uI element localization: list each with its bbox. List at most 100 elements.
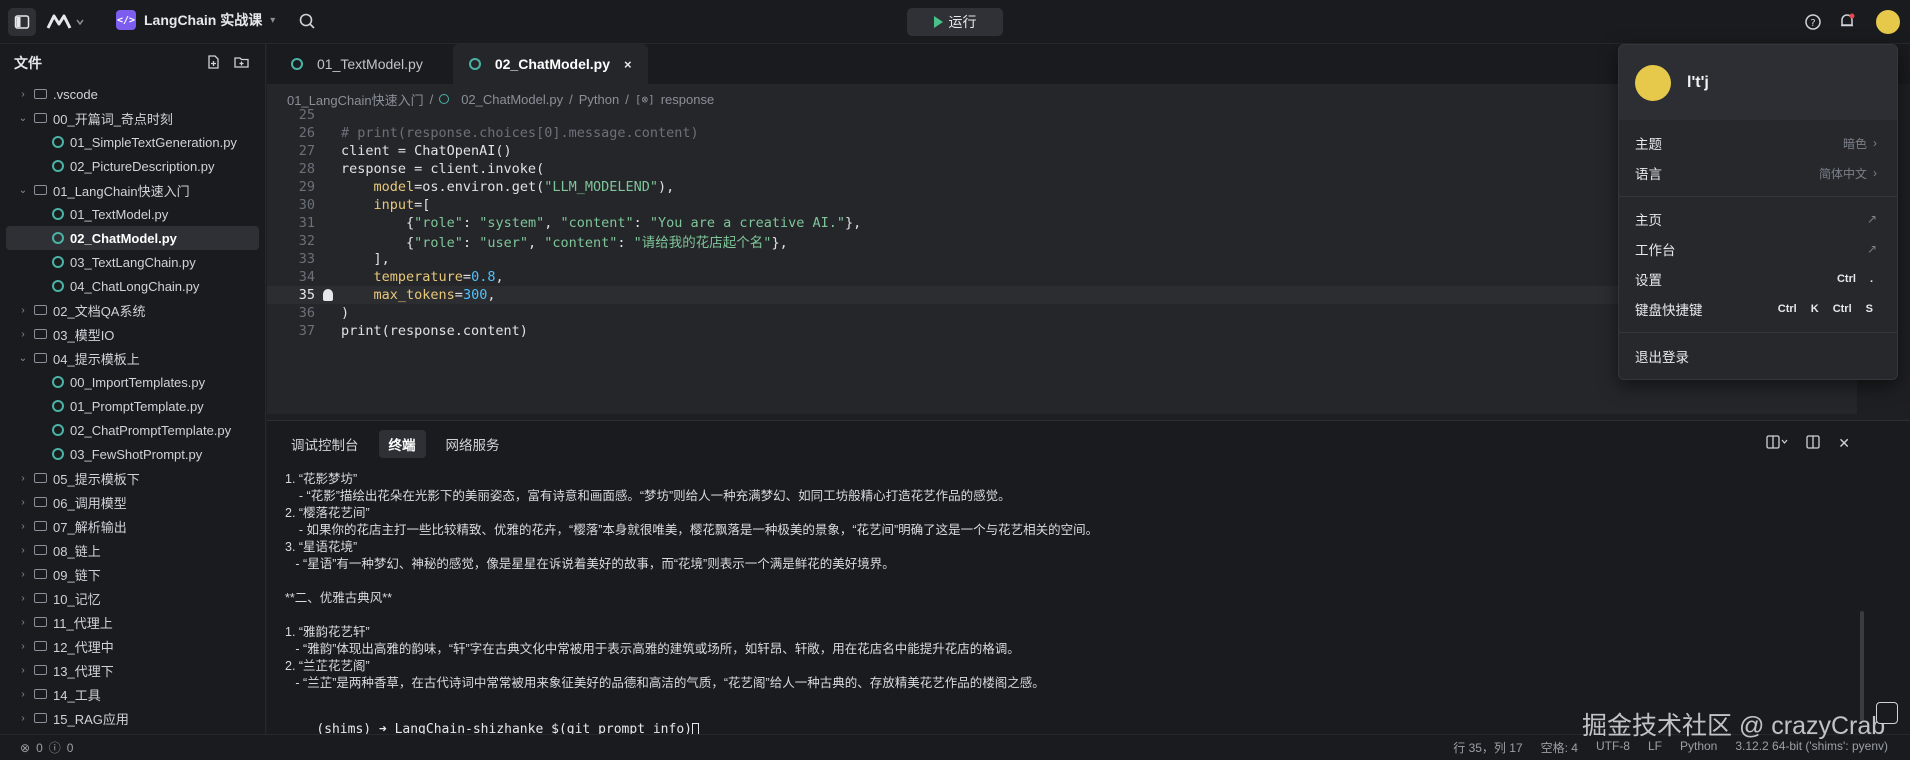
menu-item-settings[interactable]: 设置 Ctrl. bbox=[1619, 264, 1897, 294]
breadcrumb-symbol[interactable]: response bbox=[661, 92, 714, 107]
new-file-icon[interactable] bbox=[206, 55, 220, 72]
problems-indicator[interactable]: ⊗ 0 ⓘ 0 bbox=[20, 739, 73, 756]
terminal-scrollbar[interactable] bbox=[1860, 611, 1864, 721]
menu-item-language[interactable]: 语言 简体中文 › bbox=[1619, 158, 1897, 188]
new-folder-icon[interactable] bbox=[234, 55, 249, 72]
tree-folder[interactable]: › 07_解析输出 bbox=[0, 514, 265, 538]
tab-network-services[interactable]: 网络服务 bbox=[436, 430, 510, 458]
chevron-right-icon[interactable]: › bbox=[18, 473, 28, 484]
menu-item-keyboard-shortcuts[interactable]: 键盘快捷键 Ctrl K Ctrl S bbox=[1619, 294, 1897, 324]
bell-icon[interactable] bbox=[1838, 12, 1856, 33]
tree-folder[interactable]: › 09_链下 bbox=[0, 562, 265, 586]
close-panel-icon[interactable]: ✕ bbox=[1838, 435, 1850, 452]
tree-item-label: 00_ImportTemplates.py bbox=[70, 374, 206, 390]
chevron-right-icon[interactable]: › bbox=[18, 545, 28, 556]
tree-file[interactable]: 01_SimpleTextGeneration.py bbox=[0, 130, 265, 154]
line-number: 26 bbox=[298, 125, 315, 141]
tree-folder[interactable]: › 02_文档QA系统 bbox=[0, 298, 265, 322]
tab-debug-console[interactable]: 调试控制台 bbox=[281, 430, 369, 458]
tree-folder[interactable]: › 05_提示模板下 bbox=[0, 466, 265, 490]
tree-folder[interactable]: › 12_代理中 bbox=[0, 634, 265, 658]
tree-folder[interactable]: ⌄ 00_开篇词_奇点时刻 bbox=[0, 106, 265, 130]
code-token: print(response.content) bbox=[341, 323, 528, 339]
tree-file[interactable]: 03_TextLangChain.py bbox=[0, 250, 265, 274]
chevron-right-icon[interactable]: › bbox=[18, 569, 28, 580]
close-tab-icon[interactable]: × bbox=[624, 57, 632, 72]
tree-folder[interactable]: › 13_代理下 bbox=[0, 658, 265, 682]
toggle-sidebar-button[interactable] bbox=[8, 8, 36, 36]
tree-file[interactable]: 03_FewShotPrompt.py bbox=[0, 442, 265, 466]
tab-text-model[interactable]: 01_TextModel.py bbox=[275, 44, 439, 84]
tree-item-label: 02_ChatPromptTemplate.py bbox=[70, 422, 232, 438]
layout-icon[interactable] bbox=[1806, 435, 1820, 452]
chevron-right-icon[interactable]: › bbox=[18, 305, 28, 316]
external-link-icon: ↗ bbox=[1866, 242, 1877, 256]
tab-chat-model[interactable]: 02_ChatModel.py × bbox=[452, 44, 648, 84]
marscode-logo[interactable] bbox=[46, 12, 86, 35]
tree-file[interactable]: 02_ChatModel.py bbox=[6, 226, 259, 250]
breadcrumb-language[interactable]: Python bbox=[579, 92, 619, 107]
tree-file[interactable]: 02_PictureDescription.py bbox=[0, 154, 265, 178]
lightbulb-icon[interactable] bbox=[323, 289, 333, 301]
chat-icon[interactable] bbox=[1876, 702, 1898, 724]
terminal-output[interactable]: 1. “花影梦坊” - “花影”描绘出花朵在光影下的美丽姿态，富有诗意和画面感。… bbox=[285, 471, 1845, 692]
tree-item-label: 01_LangChain快速入门 bbox=[53, 183, 190, 199]
chevron-right-icon[interactable]: › bbox=[18, 665, 28, 676]
cursor-position[interactable]: 行 35，列 17 bbox=[1453, 739, 1522, 756]
chevron-right-icon[interactable]: › bbox=[18, 641, 28, 652]
tree-file[interactable]: 04_ChatLongChain.py bbox=[0, 274, 265, 298]
tree-folder[interactable]: › 10_记忆 bbox=[0, 586, 265, 610]
shortcut-key: Ctrl bbox=[1832, 303, 1852, 315]
run-button[interactable]: 运行 bbox=[907, 8, 1003, 36]
chevron-right-icon[interactable]: › bbox=[18, 713, 28, 724]
split-terminal-icon[interactable] bbox=[1766, 435, 1788, 452]
chevron-right-icon[interactable]: › bbox=[18, 89, 28, 100]
code-token: : bbox=[462, 215, 480, 231]
menu-divider bbox=[1619, 196, 1897, 197]
tree-folder[interactable]: › 06_调用模型 bbox=[0, 490, 265, 514]
chevron-right-icon[interactable]: › bbox=[18, 329, 28, 340]
menu-item-theme[interactable]: 主题 暗色 › bbox=[1619, 128, 1897, 158]
menu-item-home[interactable]: 主页 ↗ bbox=[1619, 204, 1897, 234]
chevron-right-icon[interactable]: › bbox=[18, 593, 28, 604]
search-icon[interactable] bbox=[298, 12, 316, 33]
tree-folder[interactable]: › .vscode bbox=[0, 82, 265, 106]
menu-item-workspace[interactable]: 工作台 ↗ bbox=[1619, 234, 1897, 264]
menu-item-logout[interactable]: 退出登录 bbox=[1619, 341, 1897, 371]
menu-item-label: 主题 bbox=[1635, 137, 1662, 152]
code-token: ], bbox=[341, 251, 390, 267]
tree-folder[interactable]: › 14_工具 bbox=[0, 682, 265, 706]
tree-folder[interactable]: › 03_模型IO bbox=[0, 322, 265, 346]
breadcrumb-file[interactable]: 02_ChatModel.py bbox=[461, 92, 563, 107]
line-number: 32 bbox=[298, 233, 315, 249]
tree-folder[interactable]: › 11_代理上 bbox=[0, 610, 265, 634]
user-avatar[interactable] bbox=[1876, 10, 1900, 34]
folder-icon bbox=[34, 665, 47, 675]
tree-folder[interactable]: › 08_链上 bbox=[0, 538, 265, 562]
folder-icon bbox=[34, 641, 47, 651]
chevron-right-icon[interactable]: › bbox=[18, 521, 28, 532]
code-token: 300 bbox=[462, 287, 488, 303]
chevron-down-icon[interactable]: ⌄ bbox=[18, 353, 28, 364]
terminal-line: - 如果你的花店主打一些比较精致、优雅的花卉，“樱落”本身就很唯美，樱花飘落是一… bbox=[285, 523, 1099, 537]
terminal-line: - “花影”描绘出花朵在光影下的美丽姿态，富有诗意和画面感。“梦坊”则给人一种充… bbox=[285, 489, 1011, 503]
chevron-down-icon[interactable]: ⌄ bbox=[18, 185, 28, 196]
tree-file[interactable]: 02_ChatPromptTemplate.py bbox=[0, 418, 265, 442]
chevron-right-icon[interactable]: › bbox=[18, 689, 28, 700]
tree-folder[interactable]: ⌄ 01_LangChain快速入门 bbox=[0, 178, 265, 202]
chevron-down-icon[interactable]: ⌄ bbox=[18, 113, 28, 124]
tree-file[interactable]: 01_PromptTemplate.py bbox=[0, 394, 265, 418]
indentation[interactable]: 空格: 4 bbox=[1541, 739, 1578, 756]
tab-terminal[interactable]: 终端 bbox=[378, 430, 426, 458]
chevron-right-icon[interactable]: › bbox=[18, 497, 28, 508]
python-file-icon bbox=[52, 376, 64, 388]
project-selector[interactable]: </> LangChain 实战课 ▾ bbox=[116, 10, 275, 30]
chevron-right-icon[interactable]: › bbox=[18, 617, 28, 628]
help-icon[interactable]: ? bbox=[1804, 13, 1822, 34]
code-text: input=[ bbox=[341, 197, 431, 213]
tree-file[interactable]: 00_ImportTemplates.py bbox=[0, 370, 265, 394]
tree-folder[interactable]: ⌄ 04_提示模板上 bbox=[0, 346, 265, 370]
folder-icon bbox=[34, 113, 47, 123]
tree-folder[interactable]: › 15_RAG应用 bbox=[0, 706, 265, 730]
tree-file[interactable]: 01_TextModel.py bbox=[0, 202, 265, 226]
